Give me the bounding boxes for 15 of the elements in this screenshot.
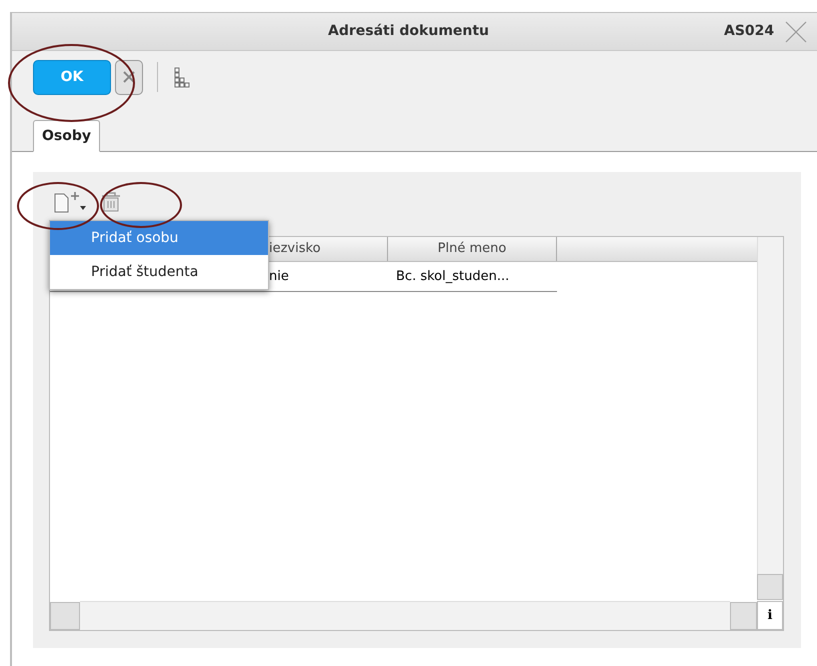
cancel-button[interactable]: [115, 60, 143, 94]
info-button[interactable]: i: [757, 601, 783, 630]
scroll-button[interactable]: [50, 602, 80, 630]
window-title: Adresáti dokumentu: [328, 22, 490, 41]
table-cell-text: nie: [268, 268, 290, 286]
scroll-button[interactable]: [757, 574, 783, 600]
column-header[interactable]: Plné meno: [388, 237, 557, 261]
trash-icon[interactable]: [99, 190, 123, 214]
close-icon[interactable]: [784, 20, 808, 44]
table-cell-text: Bc. skol_studen...: [395, 268, 510, 286]
scroll-button[interactable]: [730, 602, 757, 630]
close-icon: [123, 71, 135, 83]
tab[interactable]: Osoby: [33, 120, 100, 152]
menu-item[interactable]: Pridať osobu: [50, 221, 268, 255]
window-code: AS024: [724, 22, 774, 41]
